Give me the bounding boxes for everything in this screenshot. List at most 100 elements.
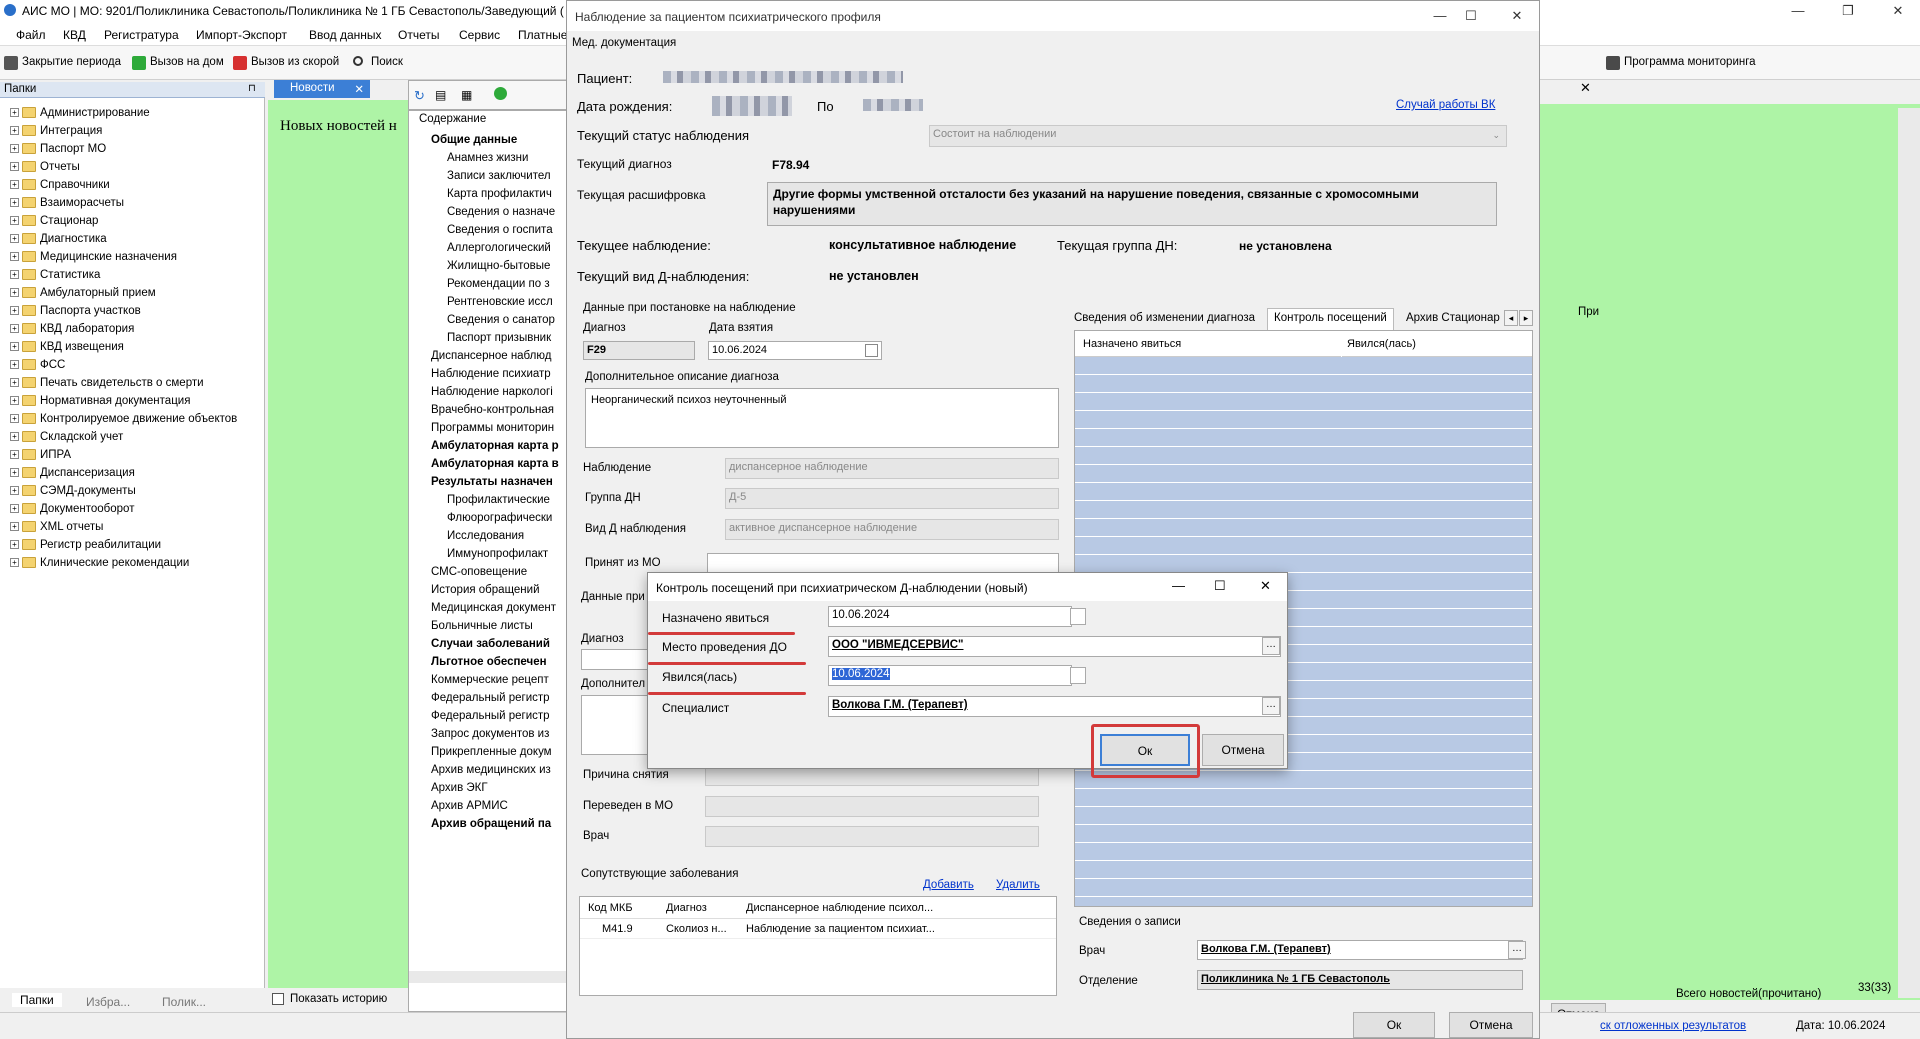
expand-icon[interactable]: + — [10, 144, 19, 154]
content-item[interactable]: Архив обращений па — [431, 815, 551, 833]
cancel-button[interactable]: Отмена — [1449, 1012, 1533, 1038]
tab-right-icon[interactable]: ▸ — [1519, 310, 1533, 326]
sidebar-item[interactable]: + Диагностика — [10, 230, 107, 248]
delete-link[interactable]: Удалить — [996, 879, 1040, 891]
content-item[interactable]: Программы мониторин — [431, 419, 554, 437]
close-right-icon[interactable]: ✕ — [1580, 80, 1591, 96]
expand-icon[interactable]: + — [10, 234, 19, 244]
expand-icon[interactable]: + — [10, 126, 19, 136]
deferred-results-link[interactable]: ск отложенных результатов — [1600, 1020, 1746, 1032]
sidebar-item[interactable]: + Паспорт МО — [10, 140, 106, 158]
menu-kvd[interactable]: КВД — [63, 28, 86, 42]
dialog-close-icon[interactable]: ✕ — [1260, 578, 1271, 594]
close-period-button[interactable]: Закрытие периода — [4, 56, 121, 70]
tab-news[interactable]: Новости ✕ — [274, 80, 370, 98]
content-item[interactable]: Коммерческие рецепт — [431, 671, 549, 689]
content-item[interactable]: Архив ЭКГ — [431, 779, 488, 797]
content-item[interactable]: История обращений — [431, 581, 540, 599]
expand-icon[interactable]: + — [10, 558, 19, 568]
sidebar-item[interactable]: + Интеграция — [10, 122, 102, 140]
expand-icon[interactable]: + — [10, 288, 19, 298]
place-field[interactable]: ООО "ИВМЕДСЕРВИС" — [828, 636, 1281, 657]
sidebar-item[interactable]: + Клинические рекомендации — [10, 554, 189, 572]
refresh-icon[interactable]: ↻ — [414, 88, 425, 104]
sidebar-item[interactable]: + Взаиморасчеты — [10, 194, 124, 212]
menu-med-docs[interactable]: Мед. документация — [572, 37, 676, 49]
dialog-maximize-icon[interactable]: ☐ — [1214, 578, 1226, 594]
came-field[interactable]: 10.06.2024 — [828, 665, 1072, 686]
rec-doctor-ellipsis-button[interactable]: … — [1508, 941, 1526, 959]
sidebar-item[interactable]: + Статистика — [10, 266, 100, 284]
extra-desc-field[interactable]: Неорганический психоз неуточненный — [585, 388, 1059, 448]
content-item[interactable]: Общие данные — [431, 131, 517, 149]
sidebar-item[interactable]: + Документооборот — [10, 500, 134, 518]
expand-icon[interactable]: + — [10, 522, 19, 532]
content-item[interactable]: Рекомендации по з — [447, 275, 550, 293]
content-item[interactable]: Больничные листы — [431, 617, 533, 635]
content-item[interactable]: Анамнез жизни — [447, 149, 528, 167]
expand-icon[interactable]: + — [10, 432, 19, 442]
content-item[interactable]: Аллергологический — [447, 239, 551, 257]
obs-close-icon[interactable]: ✕ — [1499, 5, 1535, 27]
content-item[interactable]: Федеральный регистр — [431, 689, 550, 707]
content-item[interactable]: Флюорографически — [447, 509, 552, 527]
content-item[interactable]: Диспансерное наблюд — [431, 347, 551, 365]
pin-icon[interactable]: ⊓ — [248, 83, 256, 94]
content-item[interactable]: Врачебно-контрольная — [431, 401, 554, 419]
sidebar-item[interactable]: + ФСС — [10, 356, 65, 374]
expand-icon[interactable]: + — [10, 504, 19, 514]
sidebar-item[interactable]: + Администрирование — [10, 104, 150, 122]
calendar-icon[interactable] — [865, 344, 878, 357]
expand-icon[interactable]: + — [10, 180, 19, 190]
tab-diag-changes[interactable]: Сведения об изменении диагноза — [1074, 312, 1255, 324]
content-item[interactable]: Жилищно-бытовые — [447, 257, 550, 275]
specialist-field[interactable]: Волкова Г.М. (Терапевт) — [828, 696, 1281, 717]
dialog-cancel-button[interactable]: Отмена — [1202, 734, 1284, 766]
sidebar-item[interactable]: + Регистр реабилитации — [10, 536, 161, 554]
minimize-icon[interactable]: — — [1780, 0, 1816, 22]
content-item[interactable]: Карта профилактич — [447, 185, 552, 203]
obs-maximize-icon[interactable]: ☐ — [1453, 5, 1489, 27]
specialist-ellipsis-button[interactable]: … — [1262, 697, 1280, 715]
menu-registry[interactable]: Регистратура — [104, 28, 179, 42]
tab-folders[interactable]: Папки — [12, 993, 62, 1007]
content-hscroll[interactable] — [409, 971, 567, 983]
add-link[interactable]: Добавить — [923, 879, 974, 891]
content-item[interactable]: Паспорт призывник — [447, 329, 551, 347]
sidebar-item[interactable]: + Стационар — [10, 212, 98, 230]
menu-import-export[interactable]: Импорт-Экспорт — [196, 28, 287, 42]
content-item[interactable]: Исследования — [447, 527, 524, 545]
content-item[interactable]: Медицинская документ — [431, 599, 556, 617]
home-call-button[interactable]: Вызов на дом — [132, 56, 224, 70]
print-icon[interactable]: ▤ — [435, 88, 446, 102]
content-item[interactable]: Архив медицинских из — [431, 761, 551, 779]
content-item[interactable]: Записи заключител — [447, 167, 551, 185]
expand-icon[interactable]: + — [10, 540, 19, 550]
expand-icon[interactable]: + — [10, 198, 19, 208]
content-item[interactable]: Запрос документов из — [431, 725, 549, 743]
reg-diag-field[interactable]: F29 — [583, 341, 695, 360]
assigned-field[interactable]: 10.06.2024 — [828, 606, 1072, 627]
sidebar-item[interactable]: + КВД лаборатория — [10, 320, 134, 338]
sidebar-item[interactable]: + КВД извещения — [10, 338, 124, 356]
sidebar-item[interactable]: + Контролируемое движение объектов — [10, 410, 237, 428]
restore-icon[interactable]: ❐ — [1830, 0, 1866, 22]
expand-icon[interactable]: + — [10, 450, 19, 460]
vk-case-link[interactable]: Случай работы ВК — [1396, 99, 1495, 111]
dialog-ok-button[interactable]: Ок — [1100, 734, 1190, 766]
content-item[interactable]: Наблюдение наркологі — [431, 383, 553, 401]
content-item[interactable]: Рентгеновские иссл — [447, 293, 553, 311]
tab-archive[interactable]: Архив Стационар — [1406, 312, 1500, 324]
accepted-field[interactable] — [707, 553, 1059, 574]
content-item[interactable]: Случаи заболеваний — [431, 635, 550, 653]
sidebar-item[interactable]: + Диспансеризация — [10, 464, 135, 482]
tab-clinic[interactable]: Полик... — [162, 995, 206, 1009]
sidebar-item[interactable]: + СЭМД-документы — [10, 482, 136, 500]
place-ellipsis-button[interactable]: … — [1262, 637, 1280, 655]
content-item[interactable]: Сведения о назначе — [447, 203, 555, 221]
expand-icon[interactable]: + — [10, 378, 19, 388]
rec-dept-field[interactable]: Поликлиника № 1 ГБ Севастополь — [1197, 970, 1523, 990]
menu-data-input[interactable]: Ввод данных — [309, 28, 382, 42]
sidebar-item[interactable]: + ИПРА — [10, 446, 71, 464]
settings-icon[interactable]: ▦ — [461, 88, 472, 102]
